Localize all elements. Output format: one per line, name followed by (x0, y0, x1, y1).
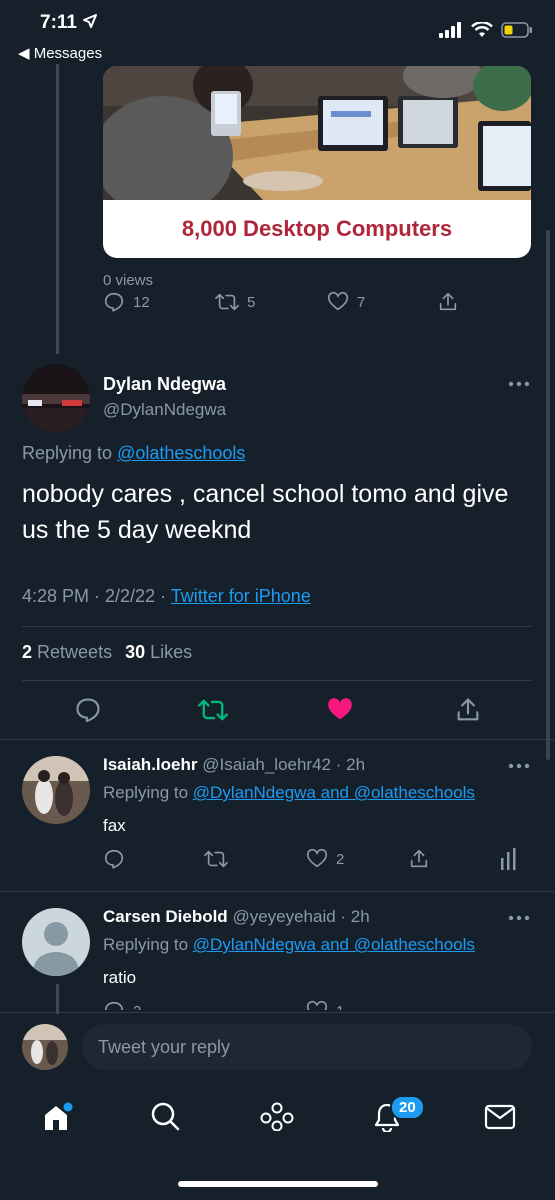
more-icon[interactable] (508, 380, 530, 388)
reply-icon[interactable] (74, 696, 102, 724)
clock-text: 7:11 (40, 12, 77, 33)
replying-to: Replying to @olatheschools (22, 443, 245, 464)
view-count: 0 views (103, 272, 154, 289)
tweet-source-link[interactable]: Twitter for iPhone (171, 586, 311, 606)
reply-header: Isaiah.loehr @Isaiah_loehr42 · 2h (103, 755, 365, 775)
replying-prefix: Replying to (22, 443, 113, 463)
notifications-badge[interactable]: 20 (390, 1095, 425, 1120)
status-time: 7:11 (40, 12, 98, 34)
retweet-icon (215, 293, 239, 311)
share-icon (439, 292, 457, 311)
replying-to-link[interactable]: @DylanNdegwa and @olatheschools (193, 783, 475, 802)
messages-icon[interactable] (484, 1104, 516, 1130)
heart-icon (327, 291, 349, 311)
avatar[interactable] (22, 364, 90, 432)
more-icon[interactable] (508, 914, 530, 922)
tweet-timestamp: 4:28 PM · 2/2/22 · (22, 586, 167, 606)
reply-author-name[interactable]: Isaiah.loehr (103, 755, 197, 774)
status-icons (439, 22, 533, 38)
avatar[interactable] (22, 908, 90, 976)
heart-filled-icon[interactable] (326, 696, 354, 724)
reply-author-name[interactable]: Carsen Diebold (103, 907, 228, 926)
author-name[interactable]: Dylan Ndegwa (103, 374, 226, 395)
more-icon[interactable] (508, 762, 530, 770)
reply-count: 12 (133, 293, 150, 311)
reply-handle-time[interactable]: @Isaiah_loehr42 · 2h (202, 755, 365, 774)
avatar-image (22, 1024, 68, 1070)
reply-button[interactable]: 12 (103, 291, 150, 313)
avatar-image (22, 364, 90, 432)
divider (0, 891, 555, 892)
reply-header: Carsen Diebold @yeyeyehaid · 2h (103, 907, 370, 927)
heart-icon (306, 1000, 328, 1010)
reply-icon (104, 1001, 124, 1010)
replying-to-link[interactable]: @olatheschools (117, 443, 245, 463)
share-icon[interactable] (408, 848, 430, 870)
replying-to: Replying to @DylanNdegwa and @olathescho… (103, 783, 475, 803)
home-icon[interactable] (42, 1102, 74, 1132)
retweet-label[interactable]: Retweets (37, 642, 112, 662)
tweet-stats: 2 Retweets 30 Likes (22, 642, 192, 663)
like-button[interactable]: 2 (306, 848, 344, 870)
tweet-meta: 4:28 PM · 2/2/22 · Twitter for iPhone (22, 586, 311, 607)
replying-to: Replying to @DylanNdegwa and @olathescho… (103, 935, 475, 955)
retweet-icon[interactable] (198, 697, 228, 723)
wifi-icon (471, 22, 493, 37)
classroom-photo (103, 66, 531, 200)
analytics-icon[interactable] (500, 848, 520, 870)
replying-to-link[interactable]: @DylanNdegwa and @olatheschools (193, 935, 475, 954)
media-card[interactable]: 8,000 Desktop Computers (103, 66, 531, 258)
media-caption: 8,000 Desktop Computers (181, 216, 453, 241)
reply-text: fax (103, 816, 126, 835)
like-button[interactable]: 1 (306, 1000, 344, 1010)
like-count: 2 (336, 850, 345, 868)
scrollbar[interactable] (546, 230, 550, 760)
reply-text: ratio (103, 968, 137, 987)
thread-line (56, 64, 59, 354)
reply-icon[interactable] (103, 848, 125, 870)
reply-button[interactable]: 2 (103, 1000, 141, 1010)
reply-actions-clipped: 2 1 (0, 996, 555, 1010)
back-to-messages[interactable]: ◀ Messages (18, 44, 102, 62)
reply-handle-time[interactable]: @yeyeyehaid · 2h (232, 907, 369, 926)
home-indicator (178, 1181, 378, 1187)
divider (0, 1012, 555, 1013)
divider (22, 680, 532, 681)
my-avatar[interactable] (22, 1024, 68, 1070)
divider (0, 739, 555, 740)
reply-input[interactable]: Tweet your reply (82, 1024, 532, 1070)
replying-prefix: Replying to (103, 783, 189, 802)
location-arrow-icon (83, 14, 98, 28)
like-count: 1 (336, 1003, 344, 1011)
retweet-count: 5 (247, 293, 256, 311)
divider (22, 626, 532, 627)
retweet-total[interactable]: 2 (22, 642, 32, 662)
share-icon[interactable] (454, 696, 482, 724)
search-icon[interactable] (150, 1101, 180, 1131)
spaces-icon[interactable] (260, 1101, 294, 1131)
like-label[interactable]: Likes (150, 642, 192, 662)
heart-icon (306, 848, 328, 868)
battery-icon (501, 22, 532, 38)
reply-count: 2 (133, 1003, 141, 1011)
retweet-icon[interactable] (204, 848, 228, 870)
like-total[interactable]: 30 (125, 642, 145, 662)
cellular-signal-icon (439, 22, 461, 38)
like-count: 7 (357, 293, 366, 311)
reply-icon (104, 292, 124, 312)
avatar[interactable] (22, 756, 90, 824)
avatar-image (22, 756, 90, 824)
share-button[interactable] (437, 291, 459, 313)
tweet-text: nobody cares , cancel school tomo and gi… (22, 480, 509, 544)
like-button[interactable]: 7 (327, 291, 365, 313)
replying-prefix: Replying to (103, 935, 189, 954)
author-handle[interactable]: @DylanNdegwa (103, 400, 226, 420)
default-avatar-icon (22, 908, 90, 976)
retweet-button[interactable]: 5 (215, 291, 255, 313)
